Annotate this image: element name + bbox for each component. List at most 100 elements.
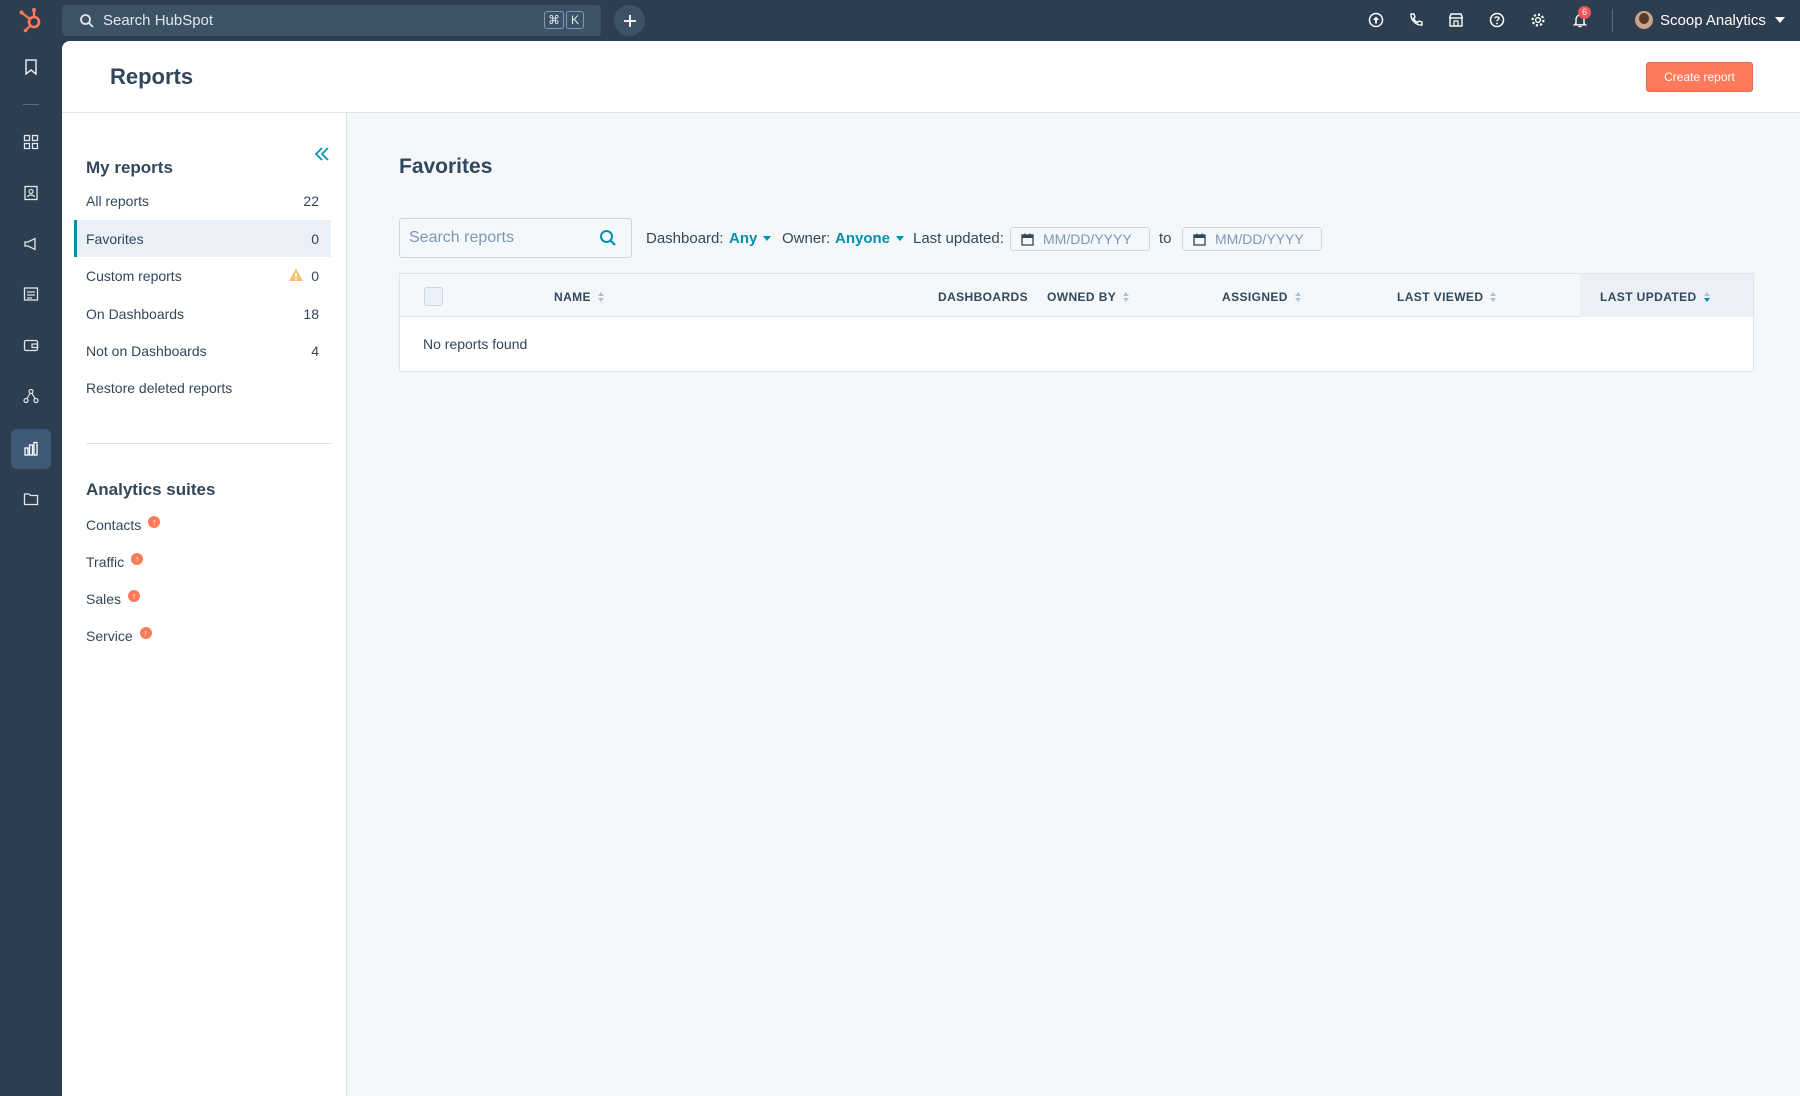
owner-filter-label: Owner: xyxy=(782,230,831,247)
column-header-owned-by[interactable]: OWNED BY xyxy=(1047,290,1130,304)
date-to-input[interactable]: MM/DD/YYYY xyxy=(1182,227,1322,251)
search-reports-placeholder: Search reports xyxy=(409,229,514,246)
sidebar-item-count: 22 xyxy=(303,192,319,209)
create-new-button[interactable] xyxy=(614,5,645,36)
table-header: NAME DASHBOARDS OWNED BY ASSIGNED LAST V… xyxy=(400,274,1753,317)
column-header-last-viewed[interactable]: LAST VIEWED xyxy=(1397,290,1497,304)
section-title: Favorites xyxy=(399,155,493,178)
column-header-assigned[interactable]: ASSIGNED xyxy=(1222,290,1301,304)
sidebar-item-count: 4 xyxy=(311,342,319,359)
sidebar-item-all-reports[interactable]: All reports 22 xyxy=(74,182,331,219)
upgrade-icon[interactable] xyxy=(1366,10,1386,30)
suite-service[interactable]: Service ↑ xyxy=(86,627,152,644)
select-all-checkbox[interactable] xyxy=(424,287,443,306)
suite-label: Sales xyxy=(86,591,122,607)
sidebar-item-label: Favorites xyxy=(86,230,144,247)
workspaces-icon[interactable] xyxy=(21,132,41,152)
left-navigation-rail xyxy=(0,41,62,1096)
reports-table: NAME DASHBOARDS OWNED BY ASSIGNED LAST V… xyxy=(399,273,1754,372)
global-search-placeholder: Search HubSpot xyxy=(103,12,214,29)
account-name: Scoop Analytics xyxy=(1660,11,1766,29)
column-header-label: LAST VIEWED xyxy=(1397,290,1484,304)
sidebar-item-count: 18 xyxy=(303,305,319,322)
sidebar-item-label: Not on Dashboards xyxy=(86,342,207,359)
settings-gear-icon[interactable] xyxy=(1528,10,1548,30)
reports-sidebar: My reports All reports 22 Favorites 0 Cu… xyxy=(62,113,347,1096)
search-icon xyxy=(80,13,94,28)
sidebar-item-custom-reports[interactable]: Custom reports 0 xyxy=(74,257,331,294)
avatar xyxy=(1635,11,1653,29)
sidebar-item-on-dashboards[interactable]: On Dashboards 18 xyxy=(74,295,331,332)
dashboard-filter-label: Dashboard: xyxy=(646,230,724,247)
calendar-icon xyxy=(1021,233,1034,246)
date-range-to-label: to xyxy=(1159,230,1172,247)
suite-label: Service xyxy=(86,628,133,644)
warning-icon xyxy=(289,268,303,281)
sidebar-item-favorites[interactable]: Favorites 0 xyxy=(74,220,331,257)
chevron-down-icon xyxy=(896,236,905,241)
content-icon[interactable] xyxy=(21,284,41,304)
reports-page: Reports Create report My reports All rep… xyxy=(62,41,1800,1096)
sidebar-item-label: All reports xyxy=(86,192,150,209)
suite-label: Traffic xyxy=(86,554,125,570)
contacts-icon[interactable] xyxy=(21,183,41,203)
commerce-wallet-icon[interactable] xyxy=(21,335,41,355)
topbar-divider xyxy=(1612,9,1613,32)
global-search-input[interactable]: Search HubSpot ⌘ K xyxy=(62,5,601,36)
sort-icon xyxy=(1490,292,1497,302)
upgrade-badge-icon: ↑ xyxy=(128,590,141,602)
phone-icon[interactable] xyxy=(1406,10,1426,30)
my-reports-heading: My reports xyxy=(86,158,173,177)
date-from-input[interactable]: MM/DD/YYYY xyxy=(1010,227,1150,251)
upgrade-badge-icon: ↑ xyxy=(148,516,161,528)
collapse-sidebar-icon[interactable] xyxy=(314,146,330,162)
upgrade-badge-icon: ↑ xyxy=(139,627,152,639)
sidebar-item-restore-deleted[interactable]: Restore deleted reports xyxy=(74,369,331,406)
analytics-suites-heading: Analytics suites xyxy=(86,480,216,499)
sidebar-item-label: Custom reports xyxy=(86,267,182,284)
chevron-down-icon xyxy=(763,236,772,241)
dashboard-filter-value: Any xyxy=(729,230,758,247)
column-header-name[interactable]: NAME xyxy=(554,290,604,304)
owner-filter-dropdown[interactable]: Anyone xyxy=(835,230,905,247)
sort-icon xyxy=(1294,292,1301,302)
owner-filter-value: Anyone xyxy=(835,230,891,247)
rail-divider xyxy=(23,104,39,105)
sort-icon xyxy=(597,292,604,302)
column-header-dashboards: DASHBOARDS xyxy=(938,290,1028,304)
sidebar-item-label: Restore deleted reports xyxy=(86,379,233,396)
suite-sales[interactable]: Sales ↑ xyxy=(86,590,141,607)
plus-icon xyxy=(623,14,636,27)
column-header-label: DASHBOARDS xyxy=(938,290,1029,304)
library-folder-icon[interactable] xyxy=(21,489,41,509)
date-from-placeholder: MM/DD/YYYY xyxy=(1043,231,1132,247)
page-title: Reports xyxy=(110,64,194,89)
sidebar-item-label: On Dashboards xyxy=(86,305,185,322)
search-reports-input[interactable]: Search reports xyxy=(399,218,632,258)
column-header-label: ASSIGNED xyxy=(1222,290,1288,304)
create-report-button[interactable]: Create report xyxy=(1646,62,1753,92)
automation-icon[interactable] xyxy=(21,386,41,406)
bookmarks-icon[interactable] xyxy=(21,57,41,77)
sidebar-item-not-on-dashboards[interactable]: Not on Dashboards 4 xyxy=(74,332,331,369)
search-icon[interactable] xyxy=(598,228,618,248)
sidebar-item-count: 0 xyxy=(311,267,319,284)
sort-descending-icon xyxy=(1703,292,1710,302)
suite-traffic[interactable]: Traffic ↑ xyxy=(86,553,144,570)
suite-contacts[interactable]: Contacts ↑ xyxy=(86,516,161,533)
last-updated-label: Last updated: xyxy=(913,230,1004,247)
help-icon[interactable] xyxy=(1487,10,1507,30)
top-navigation: Search HubSpot ⌘ K 6 Scoop Analytics xyxy=(0,0,1800,41)
dashboard-filter-dropdown[interactable]: Any xyxy=(729,230,772,247)
hubspot-logo-icon[interactable] xyxy=(17,6,45,34)
suite-label: Contacts xyxy=(86,517,142,533)
reports-content: Favorites Search reports Dashboard: Any … xyxy=(347,113,1800,1096)
column-header-label: LAST UPDATED xyxy=(1600,290,1697,304)
column-header-last-updated[interactable]: LAST UPDATED xyxy=(1600,290,1710,304)
page-header: Reports Create report xyxy=(62,41,1800,113)
reporting-bar-chart-icon[interactable] xyxy=(21,439,41,459)
marketing-megaphone-icon[interactable] xyxy=(21,234,41,254)
account-menu[interactable]: Scoop Analytics xyxy=(1635,9,1785,31)
marketplace-icon[interactable] xyxy=(1446,10,1466,30)
column-header-label: NAME xyxy=(554,290,591,304)
